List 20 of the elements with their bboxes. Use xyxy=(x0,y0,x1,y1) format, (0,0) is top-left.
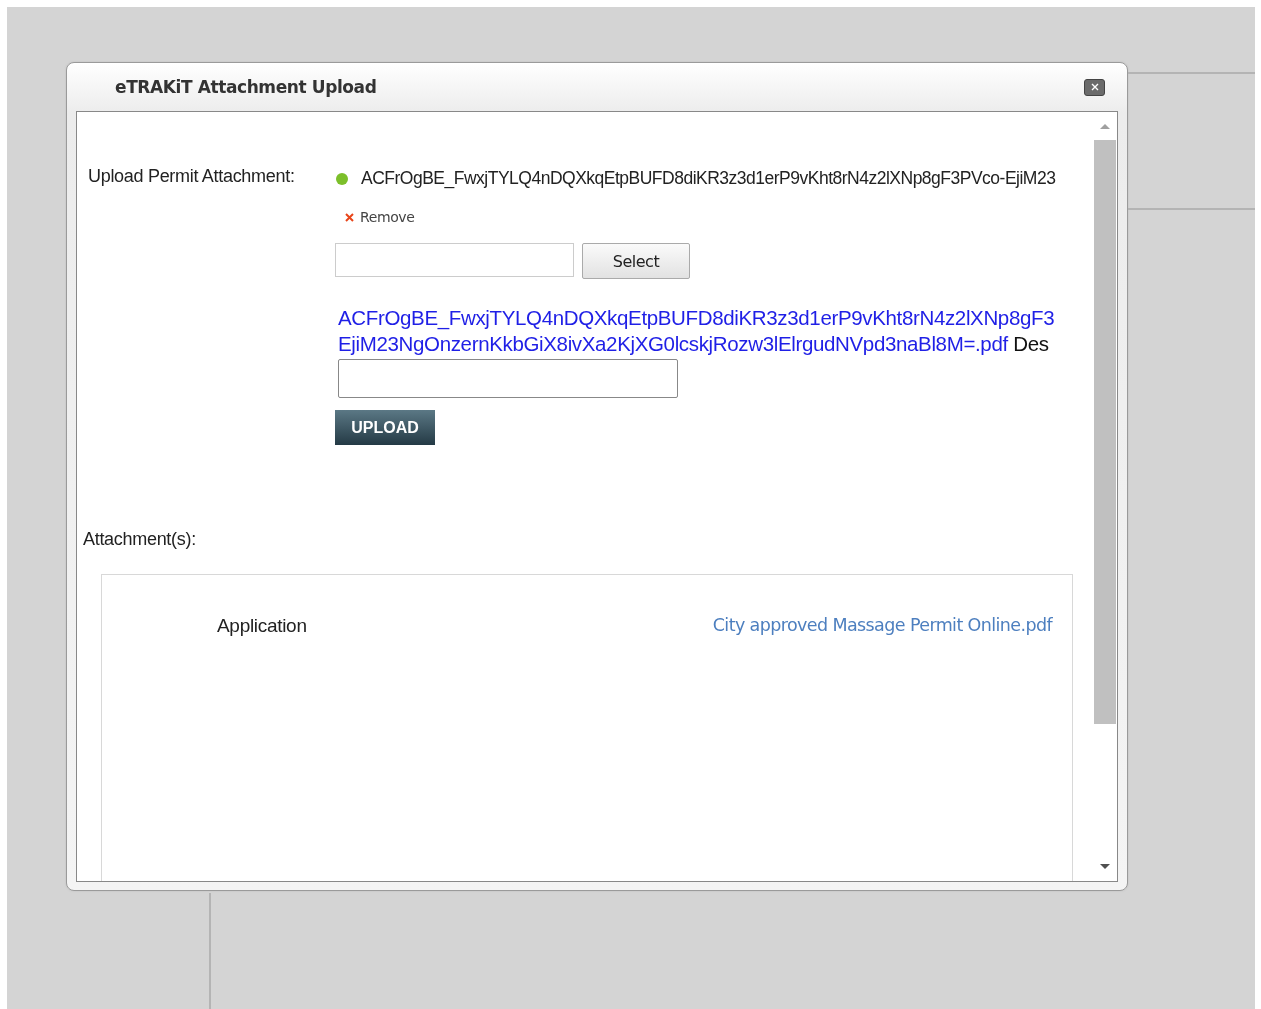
window-title: eTRAKiT Attachment Upload xyxy=(115,77,377,97)
attachment-type: Application xyxy=(217,615,307,637)
description-field[interactable] xyxy=(338,359,678,398)
file-link[interactable]: EjiM23NgOnzernKkbGiX8ivXa2KjXG0lcskjRozw3lElrgudNVpd3naBl8M=.pdf xyxy=(338,332,1008,355)
select-button[interactable]: Select xyxy=(582,243,690,279)
upload-button[interactable]: UPLOAD xyxy=(335,410,435,445)
status-dot-icon xyxy=(335,171,349,186)
close-button[interactable] xyxy=(1084,78,1105,96)
file-input-field[interactable] xyxy=(335,243,574,277)
scroll-down-icon[interactable] xyxy=(1099,863,1111,871)
file-link[interactable]: ACFrOgBE_FwxjTYLQ4nDQXkqEtpBUFD8diKR3z3d1erP9vKht8rN4z2lXNp8gF3 xyxy=(338,306,1055,329)
field-label: Upload Permit Attachment: xyxy=(87,166,296,188)
section-label: Attachment(s): xyxy=(83,529,197,550)
scroll-up-icon[interactable] xyxy=(1099,122,1111,130)
description-label: Des xyxy=(1013,332,1049,355)
file-name: ACFrOgBE_FwxjTYLQ4nDQXkqEtpBUFD8diKR3z3d1erP9vKht8rN4z2lXNp8gF3PVco-EjiM23 xyxy=(361,168,1056,189)
attachment-link[interactable]: City approved Massage Permit Online.pdf xyxy=(712,615,1052,637)
remove-link[interactable]: Remove xyxy=(345,209,415,225)
scrollbar-thumb[interactable] xyxy=(1094,140,1116,724)
close-icon xyxy=(345,212,354,222)
